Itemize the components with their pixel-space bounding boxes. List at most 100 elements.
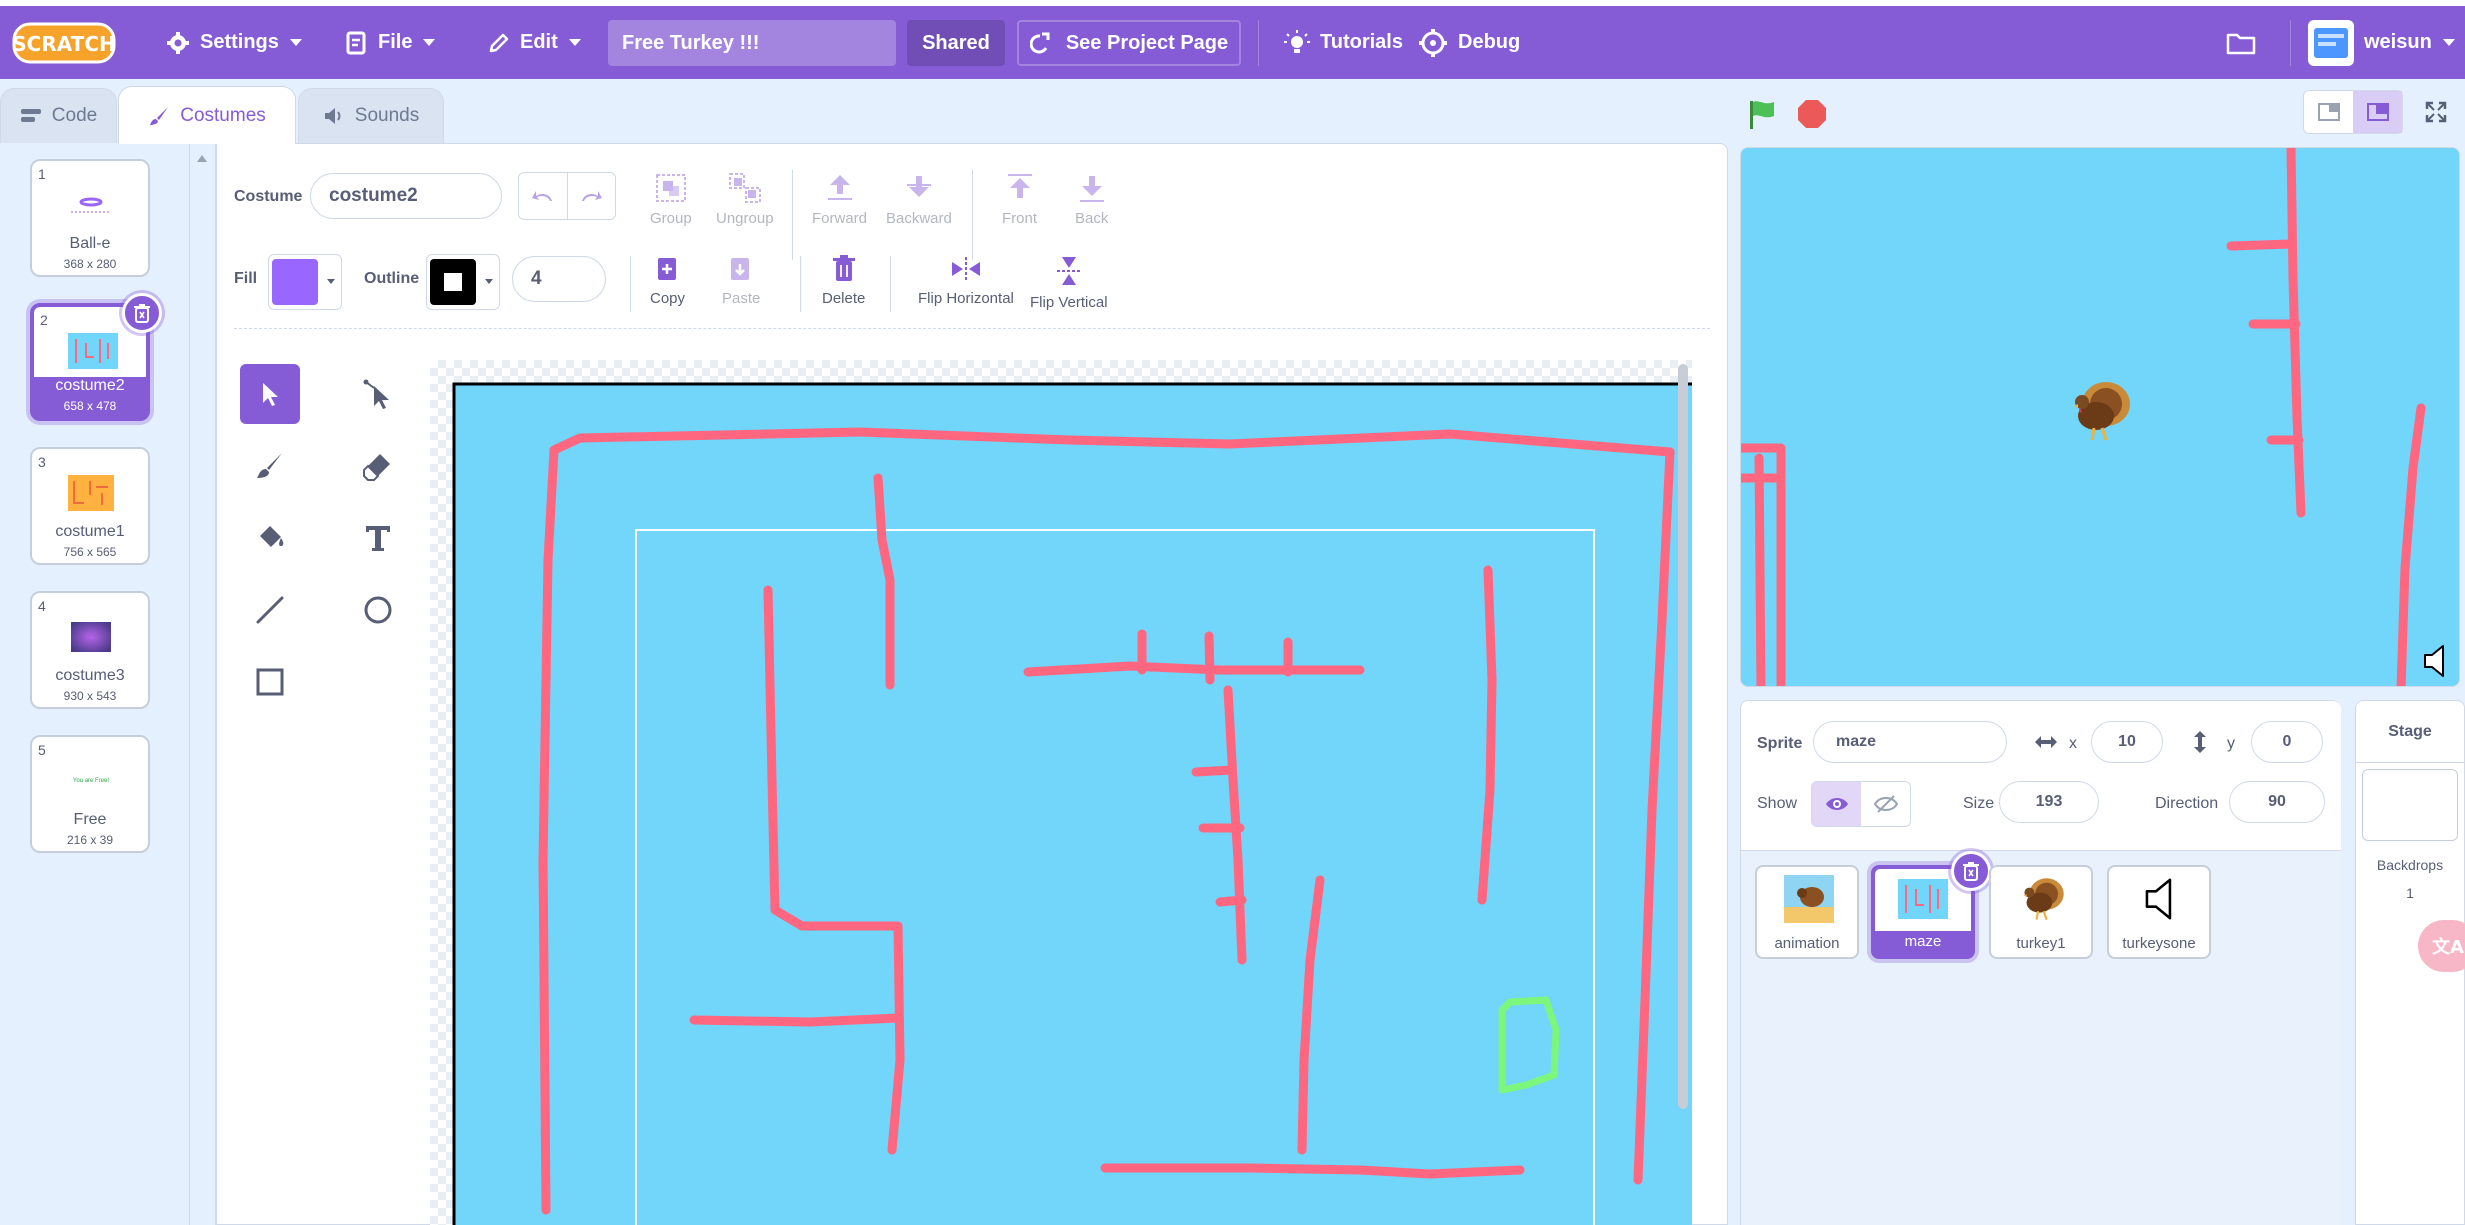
turkey-sprite[interactable] (2066, 378, 2136, 444)
edit-menu[interactable]: Edit (488, 6, 582, 79)
tab-sounds[interactable]: Sounds (298, 88, 444, 143)
toolbar-divider (890, 256, 891, 312)
canvas-vertical-scrollbar[interactable] (1678, 364, 1688, 1109)
caret-down-icon (423, 38, 436, 46)
translate-icon: 文A (2432, 937, 2464, 958)
forward-icon (827, 175, 852, 200)
sprite-name-input[interactable]: maze (1813, 721, 2007, 763)
project-title-input[interactable]: Free Turkey !!! (608, 20, 896, 66)
undo-button[interactable] (519, 173, 567, 219)
backward-button[interactable]: Backward (886, 172, 952, 227)
see-project-page-button[interactable]: See Project Page (1017, 20, 1241, 66)
fill-color-picker[interactable] (268, 254, 342, 310)
normal-stage-icon (2366, 103, 2389, 121)
shared-button[interactable]: Shared (907, 20, 1005, 66)
sprite-tile[interactable]: animation (1755, 865, 1859, 959)
brush-tool[interactable] (240, 436, 300, 496)
show-hidden-button[interactable] (1861, 782, 1910, 826)
eraser-tool[interactable] (348, 436, 408, 496)
my-stuff-button[interactable] (2226, 6, 2256, 79)
rectangle-tool[interactable] (240, 652, 300, 712)
translate-button[interactable]: 文A (2418, 920, 2465, 972)
eye-icon (1825, 798, 1848, 810)
ungroup-button[interactable]: Ungroup (716, 172, 774, 227)
costume-list-scrollbar[interactable] (190, 143, 216, 1225)
lightbulb-icon (1284, 29, 1310, 53)
arrow-cursor-icon (263, 383, 278, 406)
size-input[interactable]: 193 (1999, 781, 2099, 823)
costume-size: 930 x 543 (63, 689, 117, 703)
stop-button[interactable] (1796, 98, 1828, 134)
outline-width-input[interactable]: 4 (512, 256, 606, 302)
eye-slash-icon (1873, 795, 1898, 813)
circle-tool[interactable] (348, 580, 408, 640)
costume-thumbnail (60, 617, 122, 657)
group-label: Group (650, 210, 692, 227)
sprite-name: animation (1774, 935, 1840, 952)
show-visible-button[interactable] (1812, 782, 1861, 826)
scratch-logo[interactable]: SCRATCH (12, 20, 117, 66)
flip-horizontal-label: Flip Horizontal (918, 290, 1014, 307)
forward-button[interactable]: Forward (812, 172, 867, 227)
copy-button[interactable]: Copy (650, 254, 685, 307)
costume-name: Ball-e (69, 235, 111, 252)
costume-item[interactable]: 1 Ball-e 368 x 280 (30, 159, 150, 277)
normal-stage-button[interactable] (2353, 91, 2402, 133)
costume-name-input[interactable]: costume2 (310, 173, 502, 219)
x-input[interactable]: 10 (2091, 721, 2163, 763)
show-toggle (1811, 781, 1911, 827)
green-flag-icon (1750, 101, 1774, 129)
group-icon (655, 174, 686, 202)
costume-item[interactable]: 5 You are Free! Free 216 x 39 (30, 735, 150, 853)
debug-menu[interactable]: Debug (1418, 6, 1520, 79)
caret-down-icon (289, 38, 302, 46)
tutorials-menu[interactable]: Tutorials (1284, 6, 1403, 79)
back-button[interactable]: Back (1075, 172, 1108, 227)
flip-vertical-label: Flip Vertical (1030, 294, 1108, 311)
speaker-icon (2145, 878, 2172, 920)
front-button[interactable]: Front (1002, 172, 1037, 227)
show-label: Show (1757, 795, 1798, 812)
sprite-tile[interactable]: turkey1 (1989, 865, 2093, 959)
outline-swatch (430, 259, 476, 305)
speaker-sprite-icon[interactable] (2421, 643, 2451, 679)
small-stage-button[interactable] (2304, 91, 2353, 133)
group-button[interactable]: Group (650, 172, 692, 227)
redo-button[interactable] (566, 173, 616, 219)
flip-vertical-button[interactable]: Flip Vertical (1030, 254, 1108, 311)
settings-menu[interactable]: Settings (166, 6, 303, 79)
stage-thumbnail[interactable] (2362, 769, 2458, 841)
direction-input[interactable]: 90 (2229, 781, 2325, 823)
fill-tool[interactable] (240, 508, 300, 568)
outline-label: Outline (364, 270, 420, 287)
costume-item[interactable]: 3 costume1 756 x 565 (30, 447, 150, 565)
y-input[interactable]: 0 (2251, 721, 2323, 763)
file-menu[interactable]: File (346, 6, 436, 79)
delete-costume-button[interactable] (122, 293, 162, 333)
costume-name: costume3 (55, 667, 125, 684)
tab-costumes[interactable]: Costumes (118, 86, 296, 144)
costume-item[interactable]: 4 costume3 930 x 543 (30, 591, 150, 709)
select-tool[interactable] (240, 364, 300, 424)
delete-button[interactable]: Delete (822, 254, 865, 307)
green-flag-button[interactable] (1746, 98, 1780, 136)
sprite-tile[interactable]: turkeysone (2107, 865, 2211, 959)
delete-sprite-button[interactable] (1951, 851, 1991, 891)
tab-code[interactable]: Code (0, 88, 117, 143)
tab-costumes-label: Costumes (180, 104, 266, 126)
fullscreen-button[interactable] (2414, 90, 2458, 134)
x-label: x (2069, 735, 2077, 752)
outline-color-picker[interactable] (426, 254, 500, 310)
text-tool[interactable] (348, 508, 408, 568)
stage-canvas[interactable] (1740, 147, 2460, 687)
reshape-tool[interactable] (348, 364, 408, 424)
see-project-page-label: See Project Page (1065, 31, 1229, 54)
line-tool[interactable] (240, 580, 300, 640)
menu-bar: SCRATCH Settings File Edit Free Turkey !… (0, 6, 2465, 79)
svg-text:SCRATCH: SCRATCH (12, 32, 115, 56)
paint-canvas[interactable] (430, 360, 1692, 1225)
flip-horizontal-button[interactable]: Flip Horizontal (918, 254, 1014, 307)
account-menu[interactable]: weisun (2308, 6, 2456, 79)
paste-button[interactable]: Paste (722, 254, 760, 307)
paint-bucket-icon (260, 526, 284, 547)
